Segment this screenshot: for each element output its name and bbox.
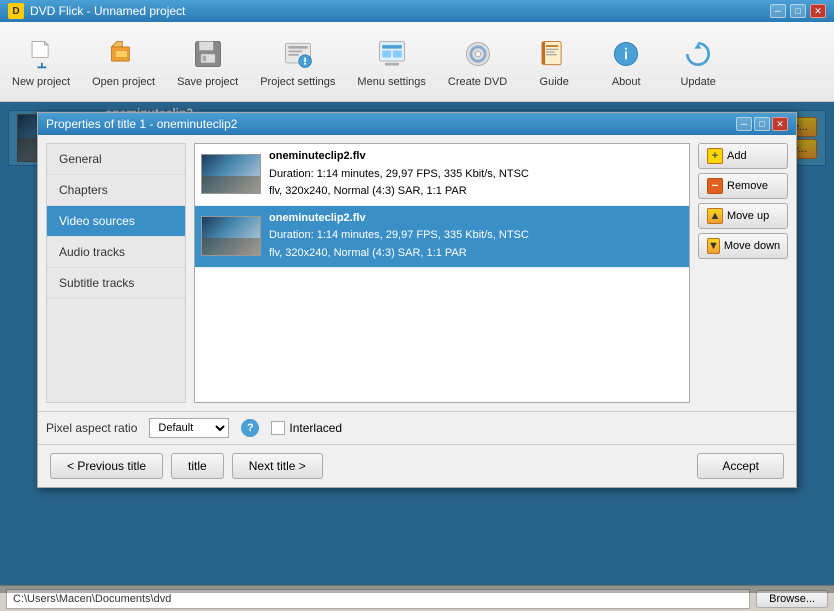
open-project-label: Open project — [92, 76, 155, 88]
about-icon — [608, 36, 644, 72]
move-up-icon: ▲ — [707, 208, 723, 224]
dialog-overlay: Properties of title 1 - oneminuteclip2 ─… — [0, 102, 834, 593]
remove-button[interactable]: − Remove — [698, 173, 788, 199]
sidebar-nav: General Chapters Video sources Audio tra… — [46, 143, 186, 403]
title-bar: D DVD Flick - Unnamed project ─ □ ✕ — [0, 0, 834, 22]
toolbar-item-create-dvd[interactable]: Create DVD — [438, 26, 517, 97]
save-project-icon — [190, 36, 226, 72]
interlaced-checkbox[interactable] — [271, 421, 285, 435]
toolbar: New project Open project — [0, 22, 834, 102]
video-line2-2: flv, 320x240, Normal (4:3) SAR, 1:1 PAR — [269, 245, 683, 263]
video-list: oneminuteclip2.flv Duration: 1:14 minute… — [194, 143, 690, 403]
move-down-icon: ▼ — [707, 238, 720, 254]
open-project-icon — [106, 36, 142, 72]
toolbar-item-open-project[interactable]: Open project — [82, 26, 165, 97]
remove-label: Remove — [727, 180, 768, 192]
video-thumb-2 — [201, 216, 261, 256]
update-label: Update — [680, 76, 715, 88]
maximize-button[interactable]: □ — [790, 4, 806, 18]
about-label: About — [612, 76, 641, 88]
dialog-right-buttons: + Add − Remove ▲ Move up ▼ — [698, 143, 788, 403]
move-down-button[interactable]: ▼ Move down — [698, 233, 788, 259]
toolbar-item-project-settings[interactable]: Project settings — [250, 26, 345, 97]
dialog-titlebar-controls: ─ □ ✕ — [736, 117, 788, 131]
dialog-main: oneminuteclip2.flv Duration: 1:14 minute… — [194, 143, 690, 403]
video-item-2[interactable]: oneminuteclip2.flv Duration: 1:14 minute… — [195, 206, 689, 268]
toolbar-item-about[interactable]: About — [591, 26, 661, 97]
title-bar-left: D DVD Flick - Unnamed project — [8, 3, 185, 19]
toolbar-item-save-project[interactable]: Save project — [167, 26, 248, 97]
window-title: DVD Flick - Unnamed project — [30, 4, 185, 18]
nav-item-general[interactable]: General — [47, 144, 185, 175]
create-dvd-label: Create DVD — [448, 76, 507, 88]
dialog-titlebar: Properties of title 1 - oneminuteclip2 ─… — [38, 113, 796, 135]
properties-dialog: Properties of title 1 - oneminuteclip2 ─… — [37, 112, 797, 488]
par-select[interactable]: Default 1:1 16:11 40:33 — [149, 418, 229, 438]
content-area: oneminuteclip2 C:\downloads\oneminutecli… — [0, 102, 834, 585]
dialog-bottom-controls: Pixel aspect ratio Default 1:1 16:11 40:… — [38, 411, 796, 444]
prev-title-button[interactable]: < Previous title — [50, 453, 163, 479]
video-line1-1: Duration: 1:14 minutes, 29,97 FPS, 335 K… — [269, 166, 683, 184]
menu-settings-icon — [374, 36, 410, 72]
project-settings-label: Project settings — [260, 76, 335, 88]
add-label: Add — [727, 150, 747, 162]
accept-button[interactable]: Accept — [697, 453, 784, 479]
create-dvd-icon — [460, 36, 496, 72]
title-bar-controls: ─ □ ✕ — [770, 4, 826, 18]
dialog-minimize-button[interactable]: ─ — [736, 117, 752, 131]
toolbar-item-menu-settings[interactable]: Menu settings — [347, 26, 435, 97]
new-project-label: New project — [12, 76, 70, 88]
add-btn-icon: + — [707, 148, 723, 164]
save-project-label: Save project — [177, 76, 238, 88]
move-down-label: Move down — [724, 240, 780, 252]
minimize-button[interactable]: ─ — [770, 4, 786, 18]
video-thumb-1 — [201, 154, 261, 194]
par-help-button[interactable]: ? — [241, 419, 259, 437]
dialog-maximize-button[interactable]: □ — [754, 117, 770, 131]
interlaced-check: Interlaced — [271, 421, 342, 435]
nav-item-video-sources[interactable]: Video sources — [47, 206, 185, 237]
guide-icon — [536, 36, 572, 72]
menu-settings-label: Menu settings — [357, 76, 425, 88]
video-filename-2: oneminuteclip2.flv — [269, 210, 683, 228]
par-label: Pixel aspect ratio — [46, 421, 137, 435]
dialog-title: Properties of title 1 - oneminuteclip2 — [46, 117, 237, 131]
close-button[interactable]: ✕ — [810, 4, 826, 18]
title-button[interactable]: title — [171, 453, 224, 479]
guide-label: Guide — [540, 76, 569, 88]
toolbar-item-new-project[interactable]: New project — [2, 26, 80, 97]
app-icon: D — [8, 3, 24, 19]
nav-item-chapters[interactable]: Chapters — [47, 175, 185, 206]
video-line2-1: flv, 320x240, Normal (4:3) SAR, 1:1 PAR — [269, 183, 683, 201]
add-button[interactable]: + Add — [698, 143, 788, 169]
move-up-button[interactable]: ▲ Move up — [698, 203, 788, 229]
video-info-1: oneminuteclip2.flv Duration: 1:14 minute… — [269, 148, 683, 201]
project-settings-icon — [280, 36, 316, 72]
dialog-close-button[interactable]: ✕ — [772, 117, 788, 131]
dialog-footer: < Previous title title Next title > Acce… — [38, 444, 796, 487]
footer-nav: < Previous title title Next title > — [50, 453, 323, 479]
update-icon — [680, 36, 716, 72]
video-info-2: oneminuteclip2.flv Duration: 1:14 minute… — [269, 210, 683, 263]
video-item-1[interactable]: oneminuteclip2.flv Duration: 1:14 minute… — [195, 144, 689, 206]
move-up-label: Move up — [727, 210, 769, 222]
next-title-button[interactable]: Next title > — [232, 453, 323, 479]
remove-btn-icon: − — [707, 178, 723, 194]
video-filename-1: oneminuteclip2.flv — [269, 148, 683, 166]
app-window: New project Open project — [0, 22, 834, 611]
nav-item-audio-tracks[interactable]: Audio tracks — [47, 237, 185, 268]
toolbar-item-guide[interactable]: Guide — [519, 26, 589, 97]
dialog-body: General Chapters Video sources Audio tra… — [38, 135, 796, 411]
nav-item-subtitle-tracks[interactable]: Subtitle tracks — [47, 268, 185, 299]
video-line1-2: Duration: 1:14 minutes, 29,97 FPS, 335 K… — [269, 227, 683, 245]
toolbar-item-update[interactable]: Update — [663, 26, 733, 97]
new-project-icon — [23, 36, 59, 72]
interlaced-label: Interlaced — [289, 421, 342, 435]
